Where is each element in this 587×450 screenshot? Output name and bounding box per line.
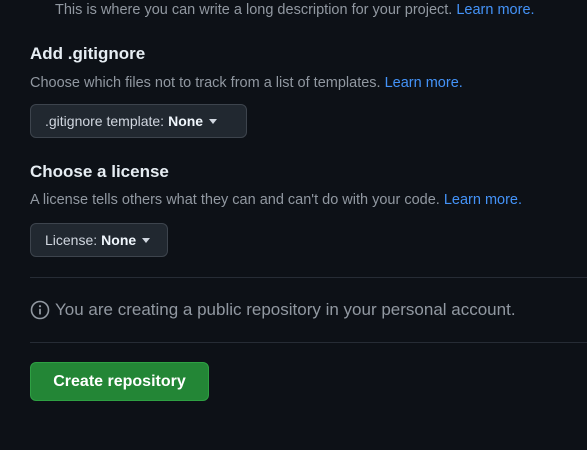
caret-down-icon xyxy=(142,238,151,243)
caret-down-icon xyxy=(209,119,218,124)
license-learn-more-link[interactable]: Learn more. xyxy=(444,192,522,208)
gitignore-description-text: Choose which files not to track from a l… xyxy=(30,75,381,91)
license-select-label: License: xyxy=(45,232,98,248)
info-icon xyxy=(30,300,50,320)
public-repo-notice: You are creating a public repository in … xyxy=(30,300,516,320)
description-hint-text: This is where you can write a long descr… xyxy=(55,2,453,18)
gitignore-template-select[interactable]: .gitignore template: None xyxy=(30,104,247,138)
create-repository-button[interactable]: Create repository xyxy=(30,362,209,401)
description-learn-more-link[interactable]: Learn more. xyxy=(456,2,534,18)
gitignore-title: Add .gitignore xyxy=(30,44,146,63)
license-select[interactable]: License: None xyxy=(30,223,168,257)
gitignore-description: Choose which files not to track from a l… xyxy=(30,75,463,91)
license-title: Choose a license xyxy=(30,162,169,181)
create-repo-form: This is where you can write a long descr… xyxy=(0,0,587,450)
license-select-value: None xyxy=(101,232,137,248)
gitignore-select-value: None xyxy=(168,113,204,129)
license-description-text: A license tells others what they can and… xyxy=(30,192,440,208)
notice-text: You are creating a public repository in … xyxy=(55,300,516,319)
gitignore-select-label: .gitignore template: xyxy=(45,113,165,129)
divider xyxy=(30,277,587,278)
divider xyxy=(30,342,587,343)
license-description: A license tells others what they can and… xyxy=(30,192,522,208)
gitignore-learn-more-link[interactable]: Learn more. xyxy=(385,75,463,91)
description-hint: This is where you can write a long descr… xyxy=(55,2,535,18)
